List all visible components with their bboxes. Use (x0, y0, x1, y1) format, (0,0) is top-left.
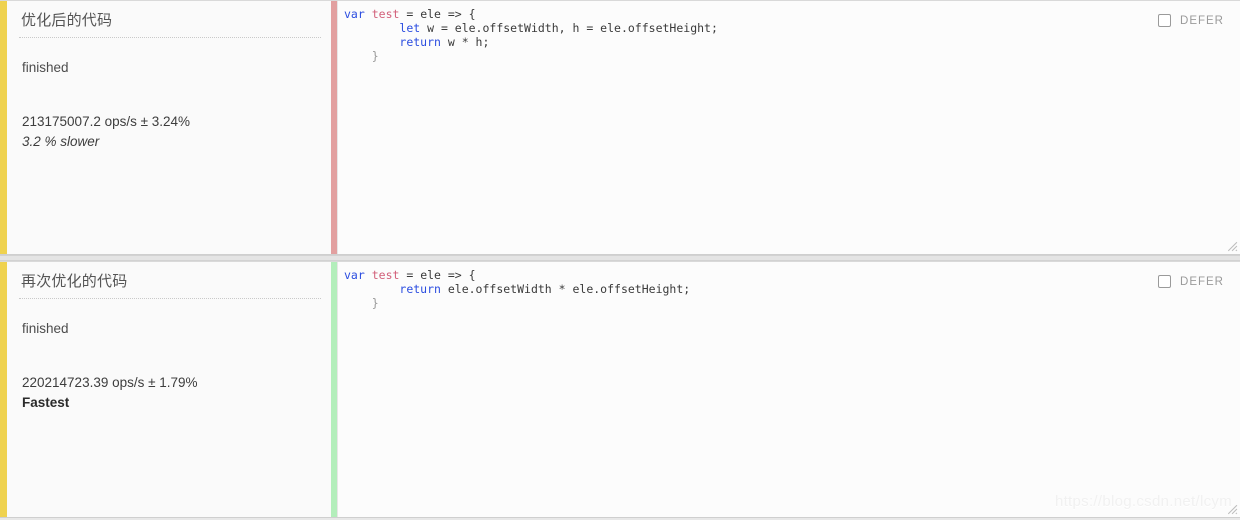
test-case-verdict: 3.2 % slower (22, 134, 100, 149)
resize-grip-icon[interactable] (1225, 239, 1238, 252)
defer-control[interactable]: DEFER (1158, 275, 1224, 288)
test-case-code-column[interactable]: var test = ele => { return ele.offsetWid… (337, 262, 1240, 517)
defer-checkbox[interactable] (1158, 14, 1172, 27)
test-case-code-editor[interactable]: var test = ele => { let w = ele.offsetWi… (338, 1, 1240, 63)
test-case-info-column: 优化后的代码 finished 213175007.2 ops/s ± 3.24… (7, 1, 331, 254)
panel-accent-stripe (0, 262, 7, 517)
test-case-title-wrap: 再次优化的代码 (7, 262, 331, 299)
benchmark-page: 优化后的代码 finished 213175007.2 ops/s ± 3.24… (0, 0, 1240, 520)
panel-accent-stripe (0, 1, 7, 254)
test-case-result-block: 213175007.2 ops/s ± 3.24% 3.2 % slower (7, 76, 331, 152)
test-case-title-wrap: 优化后的代码 (7, 1, 331, 38)
test-case-code-column[interactable]: var test = ele => { let w = ele.offsetWi… (337, 1, 1240, 254)
test-case-ops-value: 213175007.2 ops/s ± 3.24% (22, 114, 191, 129)
test-case-status: finished (22, 321, 69, 336)
test-case-status: finished (22, 60, 69, 75)
defer-label: DEFER (1180, 14, 1224, 27)
test-case-panel: 优化后的代码 finished 213175007.2 ops/s ± 3.24… (0, 0, 1240, 255)
test-case-info-column: 再次优化的代码 finished 220214723.39 ops/s ± 1.… (7, 262, 331, 517)
test-case-result-block: 220214723.39 ops/s ± 1.79% Fastest (7, 337, 331, 413)
defer-control[interactable]: DEFER (1158, 14, 1224, 27)
resize-grip-icon[interactable] (1225, 502, 1238, 515)
test-case-title-input[interactable]: 优化后的代码 (19, 9, 321, 38)
test-case-panel: 再次优化的代码 finished 220214723.39 ops/s ± 1.… (0, 261, 1240, 518)
defer-label: DEFER (1180, 275, 1224, 288)
defer-checkbox[interactable] (1158, 275, 1172, 288)
test-case-code-editor[interactable]: var test = ele => { return ele.offsetWid… (338, 262, 1240, 310)
test-case-ops-value: 220214723.39 ops/s ± 1.79% (22, 375, 198, 390)
test-case-title-input[interactable]: 再次优化的代码 (19, 270, 321, 299)
test-case-verdict: Fastest (22, 395, 70, 410)
